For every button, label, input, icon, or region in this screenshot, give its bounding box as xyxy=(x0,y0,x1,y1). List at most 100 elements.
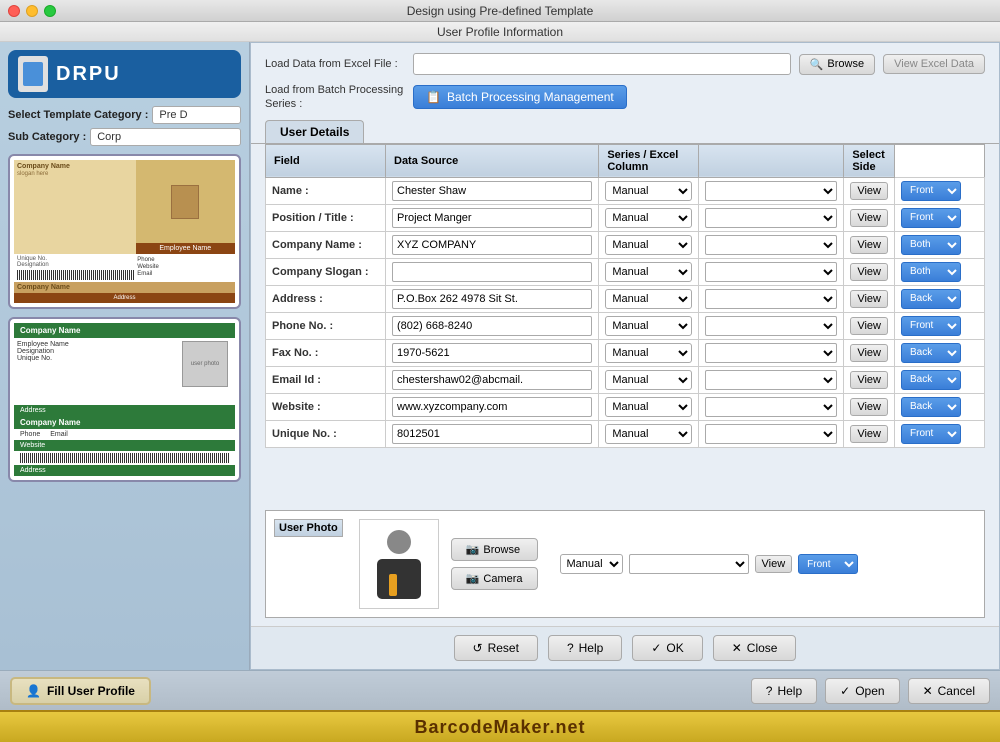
reset-button[interactable]: ↺ Reset xyxy=(454,635,538,661)
field-input-3[interactable] xyxy=(392,262,592,282)
maximize-window-button[interactable] xyxy=(44,5,56,17)
source-select-6[interactable]: Manual xyxy=(605,343,692,363)
view-button-4[interactable]: View xyxy=(850,290,888,308)
source-cell-9: Manual xyxy=(599,420,699,447)
view-cell-7: View xyxy=(844,366,895,393)
series-select-2[interactable] xyxy=(705,235,837,255)
side-select-0[interactable]: FrontBackBoth xyxy=(901,181,961,201)
view-button-3[interactable]: View xyxy=(850,263,888,281)
field-input-4[interactable] xyxy=(392,289,592,309)
view-button-0[interactable]: View xyxy=(850,182,888,200)
side-select-7[interactable]: FrontBackBoth xyxy=(901,370,961,390)
photo-section-title: User Photo xyxy=(279,522,338,534)
template-card-1[interactable]: Company Name slogan here Employee Name xyxy=(8,154,241,309)
series-select-4[interactable] xyxy=(705,289,837,309)
field-label-9: Unique No. : xyxy=(266,420,386,447)
side-select-5[interactable]: FrontBackBoth xyxy=(901,316,961,336)
photo-series-select[interactable] xyxy=(629,554,749,574)
help-dialog-button[interactable]: ? Help xyxy=(548,635,622,661)
view-excel-button[interactable]: View Excel Data xyxy=(883,54,985,74)
field-input-0[interactable] xyxy=(392,181,592,201)
field-input-2[interactable] xyxy=(392,235,592,255)
photo-view-button[interactable]: View xyxy=(755,555,793,573)
table-row: Unique No. : Manual View FrontBackBoth xyxy=(266,420,985,447)
photo-camera-button[interactable]: 📷 Camera xyxy=(451,567,538,590)
browse-label: Browse xyxy=(827,58,864,70)
sidebar: DRPU Select Template Category : Pre D Su… xyxy=(0,42,250,670)
view-cell-9: View xyxy=(844,420,895,447)
series-select-7[interactable] xyxy=(705,370,837,390)
view-button-7[interactable]: View xyxy=(850,371,888,389)
browse-button[interactable]: 🔍 Browse xyxy=(799,54,875,75)
side-select-2[interactable]: FrontBackBoth xyxy=(901,235,961,255)
series-select-1[interactable] xyxy=(705,208,837,228)
app-open-button[interactable]: ✓ Open xyxy=(825,678,899,704)
view-button-5[interactable]: View xyxy=(850,317,888,335)
view-button-9[interactable]: View xyxy=(850,425,888,443)
source-select-8[interactable]: Manual xyxy=(605,397,692,417)
series-cell-3 xyxy=(699,258,844,285)
batch-processing-button[interactable]: 📋 Batch Processing Management xyxy=(413,85,627,109)
source-select-9[interactable]: Manual xyxy=(605,424,692,444)
series-select-8[interactable] xyxy=(705,397,837,417)
load-section: Load Data from Excel File : 🔍 Browse Vie… xyxy=(251,43,999,120)
sub-category-value[interactable]: Corp xyxy=(90,128,241,146)
col-header-side: Select Side xyxy=(844,144,895,177)
drpu-logo: DRPU xyxy=(8,50,241,98)
series-select-5[interactable] xyxy=(705,316,837,336)
template-card-2[interactable]: Company Name Employee Name Designation U… xyxy=(8,317,241,482)
side-select-8[interactable]: FrontBackBoth xyxy=(901,397,961,417)
field-input-7[interactable] xyxy=(392,370,592,390)
source-select-0[interactable]: Manual xyxy=(605,181,692,201)
view-button-8[interactable]: View xyxy=(850,398,888,416)
photo-side-select[interactable]: Front Back Both xyxy=(798,554,858,574)
close-button[interactable]: ✕ Close xyxy=(713,635,797,661)
series-select-0[interactable] xyxy=(705,181,837,201)
photo-source-select[interactable]: Manual xyxy=(560,554,623,574)
photo-actions: 📷 Browse 📷 Camera xyxy=(451,538,538,590)
ok-button[interactable]: ✓ OK xyxy=(632,635,702,661)
load-excel-input[interactable] xyxy=(413,53,791,75)
field-label-1: Position / Title : xyxy=(266,204,386,231)
field-input-8[interactable] xyxy=(392,397,592,417)
template-category-value[interactable]: Pre D xyxy=(152,106,241,124)
view-button-2[interactable]: View xyxy=(850,236,888,254)
table-row: Website :ManualViewFrontBackBoth xyxy=(266,393,985,420)
field-input-5[interactable] xyxy=(392,316,592,336)
minimize-window-button[interactable] xyxy=(26,5,38,17)
source-select-2[interactable]: Manual xyxy=(605,235,692,255)
side-select-4[interactable]: FrontBackBoth xyxy=(901,289,961,309)
user-details-table: Field Data Source Series / Excel Column … xyxy=(265,144,985,448)
field-input-6[interactable] xyxy=(392,343,592,363)
col-header-view xyxy=(699,144,844,177)
view-button-1[interactable]: View xyxy=(850,209,888,227)
source-select-5[interactable]: Manual xyxy=(605,316,692,336)
series-select-9[interactable] xyxy=(705,424,837,444)
side-select-9[interactable]: FrontBackBoth xyxy=(901,424,961,444)
field-input-9[interactable] xyxy=(392,424,592,444)
close-label: Close xyxy=(747,641,778,655)
view-button-6[interactable]: View xyxy=(850,344,888,362)
tab-user-details[interactable]: User Details xyxy=(265,120,364,143)
photo-browse-button[interactable]: 📷 Browse xyxy=(451,538,538,561)
tab-label: User Details xyxy=(280,125,349,139)
series-select-3[interactable] xyxy=(705,262,837,282)
source-select-3[interactable]: Manual xyxy=(605,262,692,282)
app-help-button[interactable]: ? Help xyxy=(751,678,817,704)
app-cancel-button[interactable]: ✕ Cancel xyxy=(908,678,990,704)
source-select-4[interactable]: Manual xyxy=(605,289,692,309)
close-window-button[interactable] xyxy=(8,5,20,17)
source-select-1[interactable]: Manual xyxy=(605,208,692,228)
right-panel: Load Data from Excel File : 🔍 Browse Vie… xyxy=(250,42,1000,670)
side-select-6[interactable]: FrontBackBoth xyxy=(901,343,961,363)
field-label-0: Name : xyxy=(266,177,386,204)
series-cell-0 xyxy=(699,177,844,204)
fill-profile-button[interactable]: 👤 Fill User Profile xyxy=(10,677,151,705)
side-select-3[interactable]: FrontBackBoth xyxy=(901,262,961,282)
series-select-6[interactable] xyxy=(705,343,837,363)
source-select-7[interactable]: Manual xyxy=(605,370,692,390)
table-row: Phone No. :ManualViewFrontBackBoth xyxy=(266,312,985,339)
field-input-1[interactable] xyxy=(392,208,592,228)
load-excel-row: Load Data from Excel File : 🔍 Browse Vie… xyxy=(265,53,985,75)
side-select-1[interactable]: FrontBackBoth xyxy=(901,208,961,228)
